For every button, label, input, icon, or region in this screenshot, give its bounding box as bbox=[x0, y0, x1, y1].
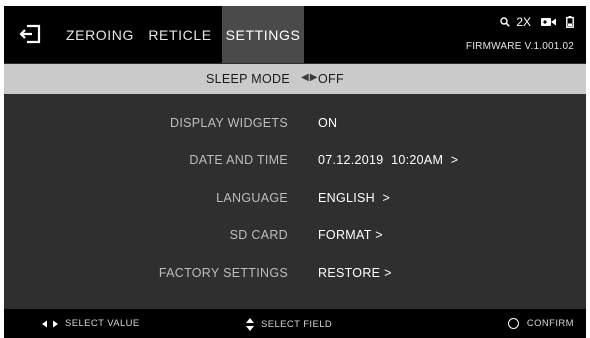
up-down-arrows-icon bbox=[246, 318, 254, 331]
setting-row-factory-settings[interactable]: FACTORY SETTINGS RESTORE > bbox=[4, 258, 586, 288]
exit-button[interactable] bbox=[12, 20, 48, 48]
setting-row-date-and-time[interactable]: DATE AND TIME 07.12.2019 10:20AM > bbox=[4, 145, 586, 175]
setting-row-sleep-mode[interactable]: SLEEP MODE ◀▶ OFF bbox=[4, 64, 586, 94]
zoom-icon bbox=[500, 17, 511, 27]
setting-row-sd-card[interactable]: SD CARD FORMAT > bbox=[4, 220, 586, 250]
circle-button-icon bbox=[507, 318, 519, 329]
left-right-arrows-icon bbox=[42, 320, 58, 327]
device-screen: ZEROING RETICLE SETTINGS 2X FIRMWARE V.1… bbox=[4, 6, 586, 338]
battery-icon bbox=[566, 16, 574, 28]
hint-label: SELECT VALUE bbox=[65, 318, 140, 329]
setting-value[interactable]: ENGLISH > bbox=[318, 191, 390, 205]
setting-label: DATE AND TIME bbox=[189, 153, 288, 167]
setting-row-language[interactable]: LANGUAGE ENGLISH > bbox=[4, 183, 586, 213]
bottom-hint-bar: SELECT VALUE SELECT FIELD CONFIRM bbox=[4, 309, 586, 338]
hint-select-value: SELECT VALUE bbox=[42, 318, 140, 329]
setting-label: LANGUAGE bbox=[216, 191, 288, 205]
hint-label: SELECT FIELD bbox=[261, 319, 333, 330]
status-indicators: 2X bbox=[500, 15, 574, 29]
setting-value[interactable]: RESTORE > bbox=[318, 266, 392, 280]
hint-label: CONFIRM bbox=[526, 318, 574, 329]
setting-label: FACTORY SETTINGS bbox=[158, 266, 288, 280]
setting-value[interactable]: OFF bbox=[318, 72, 344, 86]
tab-zeroing[interactable]: ZEROING bbox=[60, 6, 140, 63]
tab-settings[interactable]: SETTINGS bbox=[222, 6, 304, 63]
zoom-level: 2X bbox=[516, 15, 531, 29]
hint-confirm[interactable]: CONFIRM bbox=[507, 318, 574, 329]
hint-select-field: SELECT FIELD bbox=[246, 318, 332, 331]
firmware-version: FIRMWARE V.1.001.02 bbox=[465, 41, 574, 52]
tab-reticle[interactable]: RETICLE bbox=[140, 6, 220, 63]
setting-label: SLEEP MODE bbox=[205, 72, 290, 86]
setting-value[interactable]: ON bbox=[318, 116, 337, 130]
setting-row-display-widgets[interactable]: DISPLAY WIDGETS ON bbox=[4, 108, 586, 138]
setting-label: DISPLAY WIDGETS bbox=[170, 116, 288, 130]
setting-value[interactable]: FORMAT > bbox=[318, 228, 383, 242]
exit-icon bbox=[19, 24, 41, 44]
setting-label: SD CARD bbox=[229, 228, 288, 242]
left-right-arrows-icon: ◀▶ bbox=[301, 72, 319, 83]
top-bar: ZEROING RETICLE SETTINGS 2X FIRMWARE V.1… bbox=[4, 6, 586, 63]
setting-value[interactable]: 07.12.2019 10:20AM > bbox=[318, 153, 458, 167]
video-camera-icon bbox=[541, 18, 556, 26]
